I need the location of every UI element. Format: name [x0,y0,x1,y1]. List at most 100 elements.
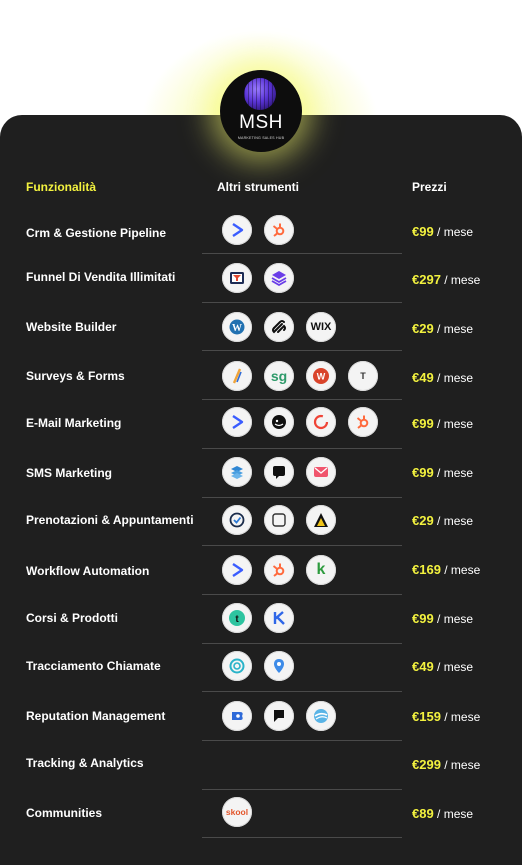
price-period: / mese [437,466,474,480]
tool-icons [222,215,294,245]
price-amount: €49 [412,659,434,674]
feature-label: Communities [26,806,103,820]
price-amount: €297 [412,272,441,287]
keap-logo-text: k [316,561,326,578]
price-cell: €99 / mese [412,224,473,239]
header-prices: Prezzi [412,180,447,194]
feature-label: Surveys & Forms [26,369,125,383]
tool-icons: k [222,555,336,585]
price-period: / mese [444,710,481,724]
typeform-icon: T [348,361,378,391]
price-period: / mese [444,273,481,287]
price-period: / mese [437,322,474,336]
feature-label: E-Mail Marketing [26,416,122,430]
podium-icon [264,701,294,731]
feature-label: Prenotazioni & Appuntamenti [26,513,194,527]
tool-icons: W WIX [222,312,336,342]
price-period: / mese [437,514,474,528]
row-divider [202,399,402,400]
wix-icon: WIX [306,312,336,342]
price-amount: €99 [412,611,434,626]
globe-icon [244,78,276,110]
price-cell: €169 / mese [412,562,480,577]
feature-label: Funnel Di Vendita Illimitati [26,270,176,284]
squarespace-icon [264,312,294,342]
surveygizmo-logo-text: sg [270,368,288,384]
hubspot-icon [264,215,294,245]
row-divider [202,302,402,303]
price-cell: €297 / mese [412,272,480,287]
surveygizmo-icon: sg [264,361,294,391]
teachable-icon: t [222,603,252,633]
header-features: Funzionalità [26,180,96,194]
row-divider [202,545,402,546]
price-amount: €29 [412,513,434,528]
wix-logo-text: WIX [310,321,332,333]
price-cell: €49 / mese [412,370,473,385]
square-icon [264,505,294,535]
tool-icons: skool [222,797,252,827]
feature-label: Corsi & Prodotti [26,611,118,625]
price-amount: €99 [412,224,434,239]
tool-icons: sg W T [222,361,378,391]
row-divider [202,594,402,595]
feature-label: Crm & Gestione Pipeline [26,226,167,240]
feature-label: SMS Marketing [26,466,113,480]
constantcontact-icon [306,407,336,437]
simpletexting-icon [222,457,252,487]
header-tools: Altri strumenti [217,180,300,194]
wave-icon [306,701,336,731]
tool-icons [222,701,336,731]
wufoo-icon: W [306,361,336,391]
price-cell: €49 / mese [412,659,473,674]
feature-label: Tracking & Analytics [26,756,144,770]
row-divider [202,497,402,498]
price-amount: €49 [412,370,434,385]
skool-icon: skool [222,797,252,827]
price-cell: €29 / mese [412,513,473,528]
price-amount: €159 [412,709,441,724]
tool-icons [222,651,294,681]
svg-text:W: W [232,323,242,334]
price-period: / mese [437,225,474,239]
price-period: / mese [437,807,474,821]
price-period: / mese [437,417,474,431]
tool-icons [222,457,336,487]
typeform-logo-text: T [360,371,366,381]
activecampaign-icon [222,407,252,437]
price-cell: €159 / mese [412,709,480,724]
birdeye-icon [222,701,252,731]
price-cell: €29 / mese [412,321,473,336]
clickfunnels-icon [222,263,252,293]
jotform-icon [222,361,252,391]
price-cell: €99 / mese [412,611,473,626]
textedly-icon [264,457,294,487]
tool-icons [222,407,378,437]
brand-name: MSH [239,112,283,133]
feature-label: Workflow Automation [26,564,150,578]
row-divider [202,448,402,449]
price-amount: €299 [412,757,441,772]
feature-label: Website Builder [26,320,117,334]
tool-icons: t [222,603,294,633]
row-divider [202,691,402,692]
price-amount: €99 [412,465,434,480]
price-period: / mese [437,371,474,385]
price-period: / mese [437,612,474,626]
layers-icon [264,263,294,293]
price-period: / mese [444,758,481,772]
hubspot-icon [348,407,378,437]
price-cell: €99 / mese [412,465,473,480]
price-period: / mese [437,660,474,674]
keap-icon: k [306,555,336,585]
row-divider [202,253,402,254]
svg-text:W: W [317,372,326,382]
skool-logo-text: skool [225,807,249,817]
price-amount: €29 [412,321,434,336]
price-cell: €89 / mese [412,806,473,821]
tool-icons [222,263,294,293]
tool-icons [222,505,336,535]
feature-label: Reputation Management [26,709,166,723]
callrail-icon [222,651,252,681]
price-amount: €89 [412,806,434,821]
